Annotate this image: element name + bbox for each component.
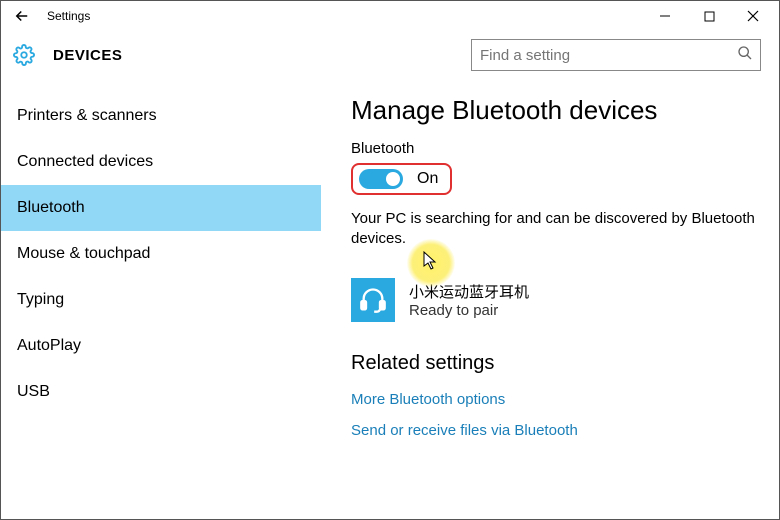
- toggle-state-text: On: [417, 170, 438, 188]
- header: DEVICES: [1, 31, 779, 87]
- title-bar: Settings: [1, 1, 779, 31]
- headset-icon: [351, 278, 395, 322]
- search-icon: [737, 45, 755, 63]
- bluetooth-toggle[interactable]: [359, 169, 403, 189]
- link-send-receive[interactable]: Send or receive files via Bluetooth: [351, 422, 757, 439]
- search-box[interactable]: [471, 39, 761, 71]
- gear-icon: [13, 44, 35, 66]
- section-title: DEVICES: [53, 47, 122, 64]
- sidebar-item-autoplay[interactable]: AutoPlay: [1, 323, 321, 369]
- minimize-button[interactable]: [643, 1, 687, 31]
- toggle-label: Bluetooth: [351, 140, 757, 157]
- sidebar-item-usb[interactable]: USB: [1, 369, 321, 415]
- sidebar-item-connected[interactable]: Connected devices: [1, 139, 321, 185]
- device-name: 小米运动蓝牙耳机: [409, 281, 529, 302]
- sidebar-item-mouse[interactable]: Mouse & touchpad: [1, 231, 321, 277]
- device-status: Ready to pair: [409, 302, 529, 319]
- maximize-button[interactable]: [687, 1, 731, 31]
- cursor-icon: [423, 251, 439, 276]
- status-description: Your PC is searching for and can be disc…: [351, 209, 757, 250]
- back-button[interactable]: [5, 1, 39, 31]
- device-item[interactable]: 小米运动蓝牙耳机 Ready to pair: [351, 278, 757, 322]
- close-button[interactable]: [731, 1, 775, 31]
- page-heading: Manage Bluetooth devices: [351, 95, 757, 126]
- sidebar-item-printers[interactable]: Printers & scanners: [1, 93, 321, 139]
- sidebar-item-typing[interactable]: Typing: [1, 277, 321, 323]
- window-title: Settings: [47, 9, 90, 23]
- search-input[interactable]: [471, 39, 761, 71]
- content-pane: Manage Bluetooth devices Bluetooth On Yo…: [321, 87, 779, 515]
- related-heading: Related settings: [351, 352, 757, 375]
- link-more-options[interactable]: More Bluetooth options: [351, 391, 757, 408]
- bluetooth-toggle-box: On: [351, 163, 452, 195]
- sidebar-item-bluetooth[interactable]: Bluetooth: [1, 185, 321, 231]
- sidebar: Printers & scanners Connected devices Bl…: [1, 87, 321, 515]
